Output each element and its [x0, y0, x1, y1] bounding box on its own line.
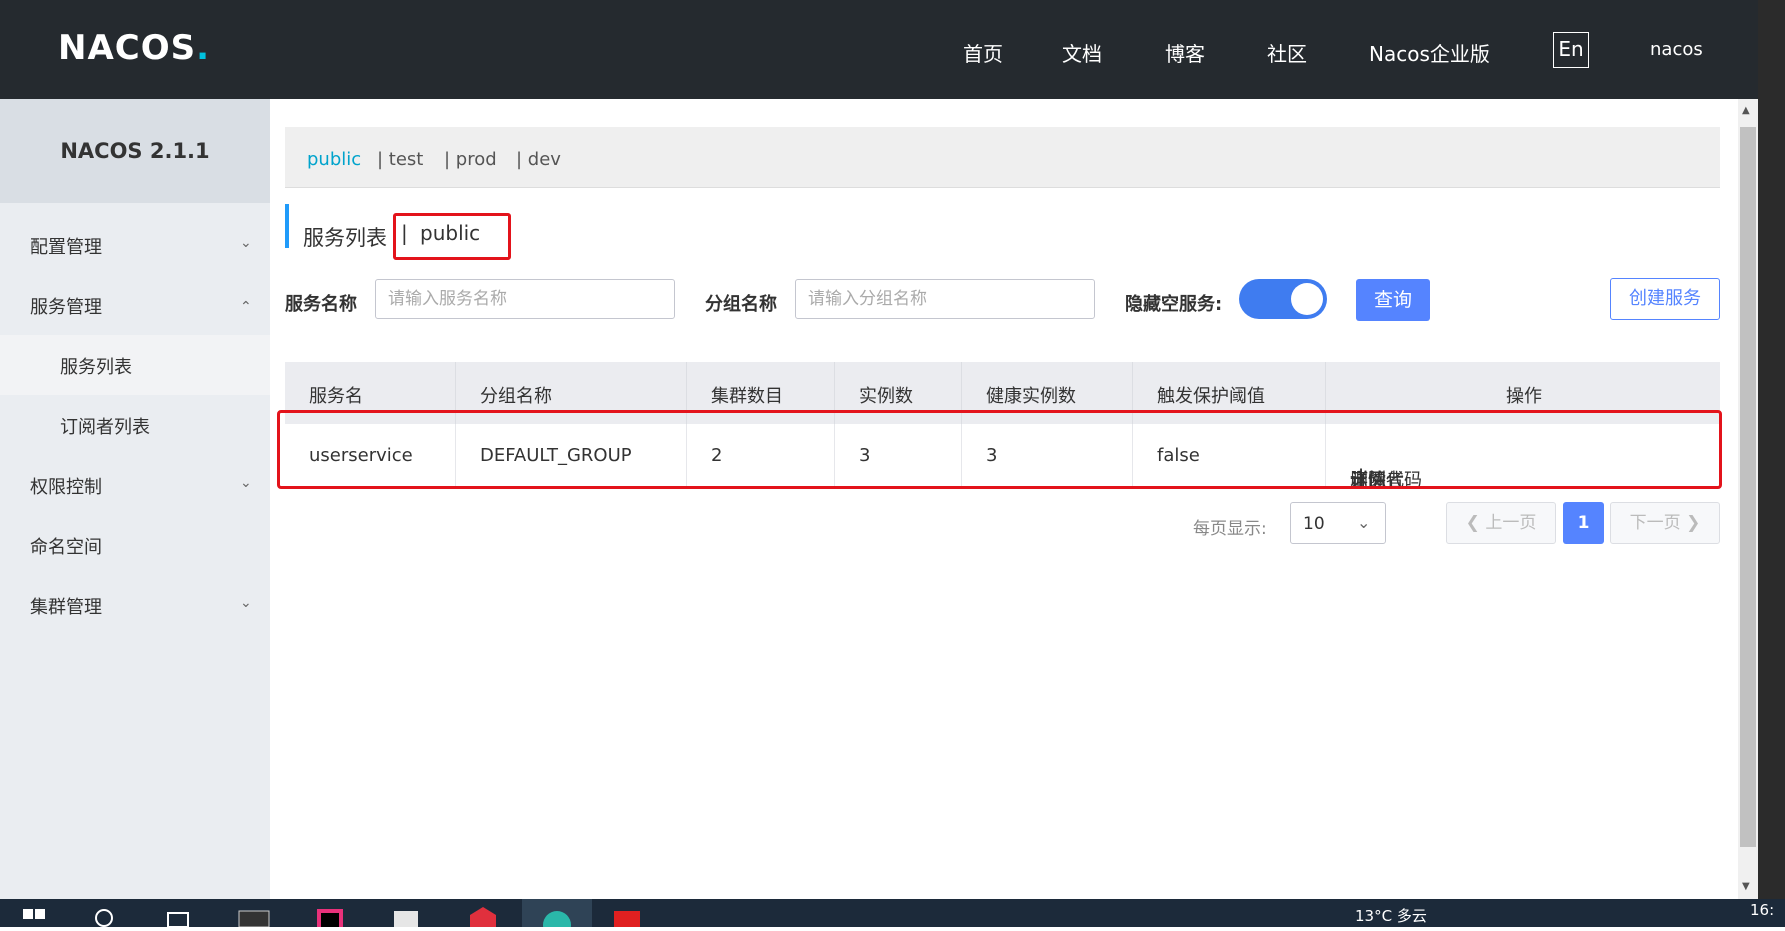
- next-page-label: 下一页: [1629, 513, 1681, 533]
- window-edge: [1758, 0, 1785, 927]
- nav-home[interactable]: 首页: [963, 38, 1003, 67]
- clock[interactable]: 16:: [1750, 901, 1774, 919]
- nacos-logo[interactable]: NACOS.: [58, 28, 210, 68]
- namespace-tab-public[interactable]: public: [307, 149, 361, 170]
- scroll-down-arrow-icon[interactable]: ▼: [1742, 881, 1750, 892]
- chevron-left-icon: ❮: [1465, 513, 1486, 533]
- scroll-up-arrow-icon[interactable]: ▲: [1742, 105, 1750, 116]
- header-label: 集群数目: [711, 386, 783, 407]
- os-taskbar: 13°C 多云 16:: [0, 899, 1785, 931]
- header-label: 触发保护阈值: [1157, 386, 1265, 407]
- nav-enterprise[interactable]: Nacos企业版: [1369, 38, 1490, 67]
- sidebar-item-namespace[interactable]: 命名空间: [0, 515, 270, 575]
- hide-empty-services-toggle[interactable]: [1239, 279, 1327, 319]
- user-menu[interactable]: nacos: [1650, 39, 1703, 60]
- sidebar-item-label: 命名空间: [30, 537, 102, 558]
- sidebar-header: NACOS 2.1.1: [0, 99, 270, 203]
- sidebar-item-label: 权限控制: [30, 477, 102, 498]
- sidebar-item-service-list[interactable]: 服务列表: [0, 335, 270, 395]
- header-label: 健康实例数: [986, 386, 1076, 407]
- edge-browser-icon[interactable]: [522, 899, 592, 931]
- hide-empty-services-label: 隐藏空服务:: [1125, 294, 1223, 315]
- app-red-icon[interactable]: [466, 905, 500, 927]
- chevron-down-icon: ⌄: [240, 595, 252, 611]
- namespace-tab-dev[interactable]: | dev: [516, 149, 561, 170]
- logo-dot: .: [196, 28, 210, 68]
- create-service-button[interactable]: 创建服务: [1610, 278, 1720, 320]
- sidebar-item-label: 服务列表: [60, 357, 132, 378]
- weather-widget[interactable]: 13°C 多云: [1355, 905, 1427, 926]
- group-name-label: 分组名称: [705, 294, 777, 315]
- toggle-knob: [1291, 283, 1323, 315]
- nav-community[interactable]: 社区: [1267, 38, 1307, 67]
- logo-text: NACOS: [58, 28, 197, 68]
- chevron-down-icon: ⌄: [240, 475, 252, 491]
- sidebar-item-access-control[interactable]: 权限控制 ⌄: [0, 455, 270, 515]
- sidebar-item-config-management[interactable]: 配置管理 ⌄: [0, 215, 270, 275]
- header-label: 分组名称: [480, 386, 552, 407]
- chevron-down-icon: ⌄: [1357, 513, 1371, 532]
- current-namespace-label: public: [420, 221, 481, 245]
- sidebar-item-cluster-management[interactable]: 集群管理 ⌄: [0, 575, 270, 635]
- scrollbar-thumb[interactable]: [1740, 127, 1756, 847]
- namespace-bar: public | test | prod | dev: [285, 127, 1720, 188]
- namespace-tab-test[interactable]: | test: [377, 149, 423, 170]
- namespace-tab-prod[interactable]: | prod: [444, 149, 497, 170]
- page-title: 服务列表: [303, 226, 387, 250]
- chevron-down-icon: ⌄: [240, 235, 252, 251]
- sidebar-item-label: 订阅者列表: [60, 417, 150, 438]
- page-size-select[interactable]: 10 ⌄: [1290, 502, 1386, 544]
- windows-start-icon[interactable]: [22, 905, 56, 927]
- sidebar: NACOS 2.1.1 配置管理 ⌄ 服务管理 ⌃ 服务列表 订阅者列表 权限控…: [0, 99, 270, 899]
- query-button[interactable]: 查询: [1356, 279, 1430, 321]
- service-name-label: 服务名称: [285, 294, 357, 315]
- nav-blog[interactable]: 博客: [1165, 38, 1205, 67]
- prev-page-button[interactable]: ❮ 上一页: [1446, 502, 1556, 544]
- prev-page-label: 上一页: [1485, 513, 1537, 533]
- product-version-title: NACOS 2.1.1: [60, 139, 210, 163]
- sidebar-item-label: 集群管理: [30, 597, 102, 618]
- title-accent-bar: [285, 204, 289, 248]
- sidebar-item-subscriber-list[interactable]: 订阅者列表: [0, 395, 270, 455]
- language-toggle-button[interactable]: En: [1553, 32, 1589, 68]
- sidebar-item-label: 服务管理: [30, 297, 102, 318]
- header-label: 实例数: [859, 386, 913, 407]
- terminal-app-icon[interactable]: [237, 905, 271, 928]
- group-name-input[interactable]: [795, 279, 1095, 319]
- highlight-box-row: [277, 410, 1722, 489]
- search-icon[interactable]: [92, 905, 126, 927]
- sidebar-item-service-management[interactable]: 服务管理 ⌃: [0, 275, 270, 335]
- title-separator: |: [401, 221, 408, 245]
- chevron-up-icon: ⌃: [240, 299, 252, 315]
- intellij-app-icon[interactable]: [313, 905, 347, 927]
- page-size-label: 每页显示:: [1193, 519, 1267, 539]
- task-view-icon[interactable]: [163, 905, 197, 928]
- top-navbar: NACOS. 首页 文档 博客 社区 Nacos企业版 En nacos: [0, 0, 1785, 99]
- chevron-right-icon: ❯: [1680, 513, 1701, 533]
- header-label: 操作: [1506, 386, 1542, 407]
- page-number-current[interactable]: 1: [1563, 502, 1604, 544]
- sidebar-item-label: 配置管理: [30, 237, 102, 258]
- nav-docs[interactable]: 文档: [1062, 38, 1102, 67]
- next-page-button[interactable]: 下一页 ❯: [1610, 502, 1720, 544]
- app-xmind-icon[interactable]: [610, 905, 644, 927]
- notepad-app-icon[interactable]: [390, 905, 424, 927]
- page-size-value: 10: [1303, 514, 1325, 534]
- header-label: 服务名: [309, 386, 363, 407]
- service-name-input[interactable]: [375, 279, 675, 319]
- vertical-scrollbar[interactable]: ▲ ▼: [1738, 99, 1758, 899]
